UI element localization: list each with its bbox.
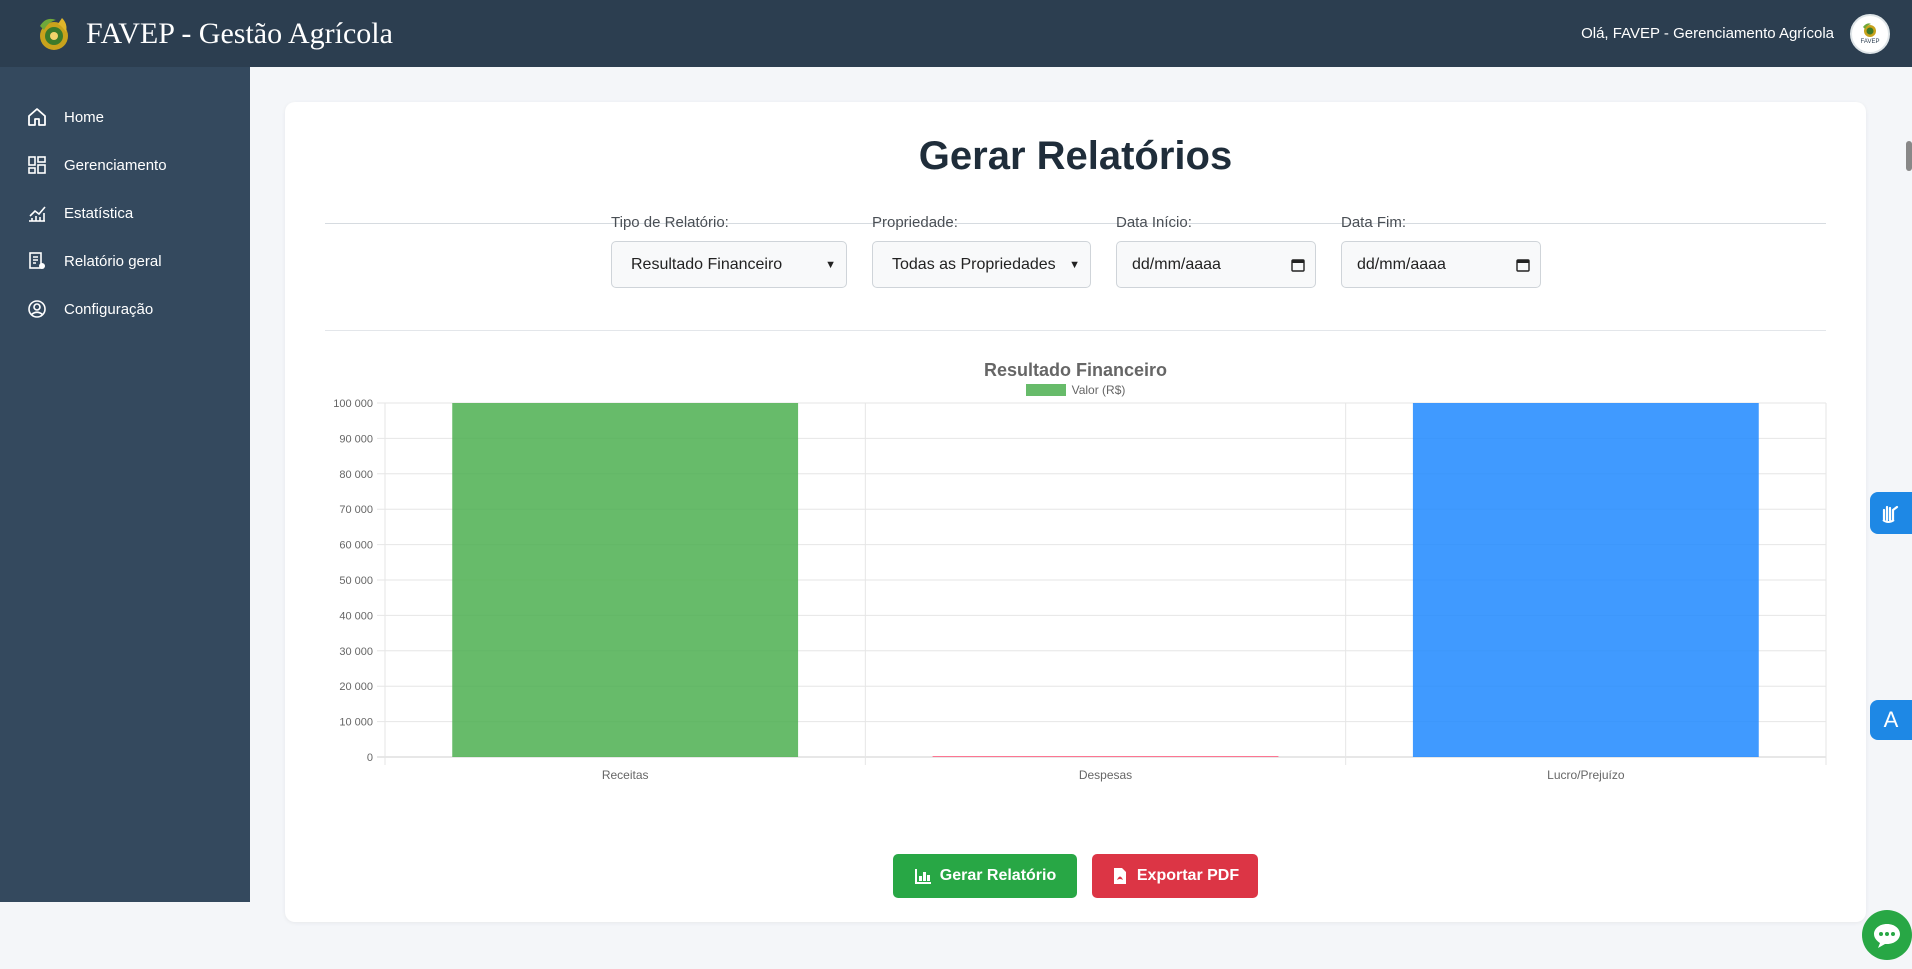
y-tick-label: 0 bbox=[367, 752, 373, 764]
sidebar-item-label: Gerenciamento bbox=[64, 156, 167, 174]
accessibility-sign-language-button[interactable] bbox=[1870, 492, 1912, 534]
sidebar-item-label: Home bbox=[64, 108, 105, 126]
y-tick-label: 10 000 bbox=[339, 717, 373, 729]
y-tick-label: 80 000 bbox=[339, 469, 373, 481]
x-tick-label: Receitas bbox=[602, 768, 649, 782]
hands-icon bbox=[1882, 505, 1899, 523]
chart-line-icon bbox=[26, 202, 48, 224]
favep-logo-icon bbox=[40, 17, 68, 50]
y-tick-label: 20 000 bbox=[339, 681, 373, 693]
sidebar-item-estatistica[interactable]: Estatística bbox=[0, 189, 250, 237]
brand[interactable]: FAVEP - Gestão Agrícola bbox=[32, 12, 393, 56]
y-tick-label: 50 000 bbox=[339, 575, 373, 587]
chat-button[interactable] bbox=[1862, 910, 1912, 960]
avatar[interactable]: FAVEP bbox=[1850, 13, 1890, 54]
button-label: Gerar Relatório bbox=[939, 867, 1057, 884]
user-circle-icon bbox=[26, 298, 48, 320]
y-tick-label: 70 000 bbox=[339, 504, 373, 516]
user-area: Olá, FAVEP - Gerenciamento Agrícola FAVE… bbox=[1581, 0, 1890, 67]
sidebar: Home Gerenciamento Estatística Relatório… bbox=[0, 67, 250, 902]
generate-report-button[interactable]: Gerar Relatório bbox=[893, 854, 1077, 898]
report-card: Gerar Relatórios Tipo de Relatório: Resu… bbox=[285, 102, 1866, 922]
x-tick-label: Despesas bbox=[1079, 768, 1132, 782]
sidebar-item-relatorio-geral[interactable]: Relatório geral bbox=[0, 237, 250, 285]
brand-title: FAVEP - Gestão Agrícola bbox=[86, 16, 393, 50]
user-greeting: Olá, FAVEP - Gerenciamento Agrícola bbox=[1581, 25, 1834, 42]
bar[interactable] bbox=[452, 403, 799, 757]
export-pdf-button[interactable]: Exportar PDF bbox=[1092, 854, 1258, 898]
sidebar-item-home[interactable]: Home bbox=[0, 93, 250, 141]
financial-bar-chart: 0 10 000 20 000 30 000 40 000 50 000 60 000 70 … bbox=[333, 398, 1827, 782]
y-tick-label: 30 000 bbox=[339, 646, 373, 658]
y-tick-label: 60 000 bbox=[339, 540, 373, 552]
y-tick-label: 100 000 bbox=[333, 398, 373, 410]
avatar-label: FAVEP bbox=[1860, 39, 1880, 45]
y-tick-label: 90 000 bbox=[339, 433, 373, 445]
avatar-logo-icon bbox=[1863, 23, 1876, 37]
font-size-label: A bbox=[1883, 707, 1899, 732]
bar[interactable] bbox=[1412, 403, 1759, 757]
top-navbar: FAVEP - Gestão Agrícola Olá, FAVEP - Ger… bbox=[0, 0, 1912, 67]
scrollbar-thumb[interactable] bbox=[1906, 141, 1912, 171]
x-tick-label: Lucro/Prejuízo bbox=[1547, 768, 1625, 782]
file-pdf-icon bbox=[1113, 868, 1126, 884]
bar-chart-icon bbox=[914, 869, 931, 884]
bar[interactable] bbox=[932, 756, 1279, 757]
main-content: Gerar Relatórios Tipo de Relatório: Resu… bbox=[250, 67, 1912, 969]
home-icon bbox=[26, 106, 48, 128]
sidebar-item-label: Estatística bbox=[64, 204, 134, 222]
sidebar-item-label: Relatório geral bbox=[64, 252, 162, 270]
dashboard-grid-icon bbox=[26, 154, 48, 176]
scrollbar-track[interactable] bbox=[1904, 137, 1912, 969]
sidebar-item-label: Configuração bbox=[64, 300, 154, 318]
button-label: Exportar PDF bbox=[1136, 867, 1240, 884]
report-icon bbox=[26, 250, 48, 272]
sidebar-item-gerenciamento[interactable]: Gerenciamento bbox=[0, 141, 250, 189]
chat-bubble-icon bbox=[1874, 924, 1900, 948]
font-size-button[interactable]: A bbox=[1870, 700, 1912, 740]
sidebar-item-configuracao[interactable]: Configuração bbox=[0, 285, 250, 333]
y-tick-label: 40 000 bbox=[339, 610, 373, 622]
